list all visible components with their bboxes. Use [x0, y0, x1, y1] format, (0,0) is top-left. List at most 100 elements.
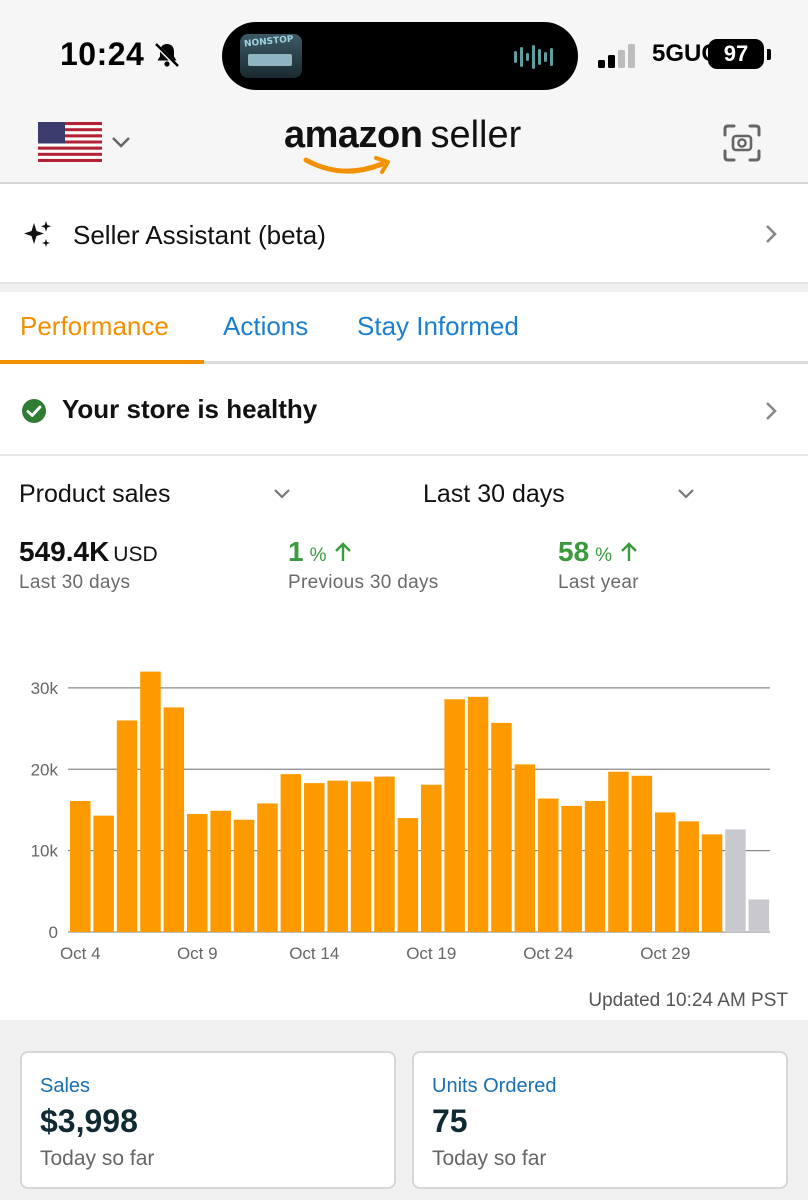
sales-card-sub: Today so far [40, 1147, 155, 1170]
y-tick-label: 10k [31, 842, 59, 861]
chart-bar [304, 783, 325, 932]
chart-bar [491, 722, 512, 932]
chart-bar [140, 671, 161, 932]
units-card-label: Units Ordered [432, 1075, 557, 1097]
y-tick-label: 0 [49, 923, 58, 942]
chart-bar [116, 720, 138, 932]
x-tick-label: Oct 19 [406, 944, 456, 963]
active-tab-indicator [0, 360, 204, 364]
chart-bar [280, 774, 302, 932]
total-sales-period: Last 30 days [19, 572, 131, 593]
chart-bar [163, 707, 185, 932]
battery-level: 97 [708, 39, 764, 69]
status-bar: 10:24 NONSTOP 5GUC 97 [0, 0, 808, 108]
chart-bar [374, 776, 395, 932]
x-tick-label: Oct 9 [177, 944, 218, 963]
tab-stay-informed[interactable]: Stay Informed [357, 311, 519, 342]
section-divider [0, 284, 808, 292]
artwork-text: NONSTOP [243, 34, 294, 50]
chevron-down-icon[interactable] [676, 487, 696, 501]
chart-bar [444, 699, 465, 932]
last-year-value: 58 [558, 536, 590, 567]
total-sales-value: 549.4K [19, 536, 110, 567]
battery-cap [767, 49, 771, 60]
total-sales-unit: USD [113, 543, 158, 566]
tab-bar: Performance Actions Stay Informed [0, 292, 808, 364]
prev-period-label: Previous 30 days [288, 572, 439, 593]
seller-assistant-label: Seller Assistant (beta) [73, 220, 326, 250]
chart-bar [233, 819, 255, 932]
chart-bar [701, 834, 723, 932]
chevron-right-icon [766, 402, 777, 420]
chart-bar [397, 818, 419, 932]
x-tick-label: Oct 29 [640, 944, 690, 963]
chart-bar [70, 801, 91, 932]
tab-actions[interactable]: Actions [223, 311, 308, 342]
chart-bar [608, 771, 629, 932]
status-time: 10:24 [60, 36, 145, 72]
last-year-unit: % [595, 545, 613, 566]
now-playing-artwork: NONSTOP [240, 34, 302, 78]
store-health-label: Your store is healthy [62, 394, 318, 424]
check-circle-icon [22, 399, 46, 423]
x-tick-label: Oct 14 [289, 944, 339, 963]
chart-bar [678, 821, 699, 932]
period-select[interactable]: Last 30 days [423, 480, 565, 509]
chart-bar [327, 780, 348, 932]
arrow-up-icon [620, 542, 637, 561]
tab-performance[interactable]: Performance [20, 311, 169, 342]
chart-bar [93, 815, 114, 932]
metric-select[interactable]: Product sales [19, 480, 170, 509]
chevron-right-icon [766, 225, 777, 243]
seller-assistant-row[interactable]: Seller Assistant (beta) [0, 186, 808, 284]
sparkle-icon [24, 221, 51, 247]
units-card-value: 75 [432, 1103, 468, 1139]
logo-amazon-text: amazon [284, 114, 423, 156]
dynamic-island[interactable]: NONSTOP [222, 22, 578, 90]
chart-bar [210, 810, 231, 932]
chart-bar [257, 803, 278, 932]
x-tick-label: Oct 24 [523, 944, 573, 963]
logo-seller-text: seller [430, 114, 522, 156]
cellular-signal-icon [598, 44, 635, 68]
chart-bar [655, 812, 676, 932]
chart-bar [631, 775, 653, 932]
us-flag-icon[interactable] [38, 122, 102, 162]
sales-card-value: $3,998 [40, 1103, 138, 1139]
chart-bar [350, 781, 372, 932]
chart-bar [514, 764, 536, 932]
y-tick-label: 20k [31, 760, 59, 779]
chevron-down-icon[interactable] [110, 132, 132, 152]
sales-bar-chart: 0 10k 20k 30k Oct 4 Oct 9 Oct 14 Oct 19 Oct 24 Oc… [31, 671, 770, 963]
sales-card[interactable]: Sales $3,998 Today so far [20, 1051, 396, 1189]
units-card-sub: Today so far [432, 1147, 547, 1170]
last-year-change: 58% [558, 536, 638, 568]
chart-bar [467, 696, 489, 932]
chart-bar [187, 814, 208, 932]
x-tick-label: Oct 4 [60, 944, 101, 963]
sales-card-label: Sales [40, 1075, 91, 1097]
updated-timestamp: Updated 10:24 AM PST [588, 990, 788, 1011]
chevron-down-icon[interactable] [272, 487, 292, 501]
camera-scan-icon[interactable] [722, 123, 762, 163]
chart-bar [584, 801, 606, 932]
prev-period-value: 1 [288, 536, 304, 567]
total-sales-stat: 549.4K USD [19, 536, 158, 568]
chart-bar [561, 805, 582, 932]
prev-period-change: 1% [288, 536, 352, 568]
prev-period-unit: % [309, 545, 327, 566]
amazon-seller-logo: amazon seller [284, 114, 522, 174]
app-header: amazon seller [0, 108, 808, 184]
bell-muted-icon [154, 43, 180, 69]
chart-bar [748, 899, 770, 932]
units-ordered-card[interactable]: Units Ordered 75 Today so far [412, 1051, 788, 1189]
chart-bar [725, 829, 746, 932]
chart-bar [421, 784, 442, 932]
store-health-row[interactable]: Your store is healthy [0, 366, 808, 456]
amazon-smile-icon [303, 156, 390, 174]
last-year-label: Last year [558, 572, 639, 593]
audio-waveform-icon [514, 45, 553, 69]
chart-bar [538, 798, 559, 932]
arrow-up-icon [335, 542, 352, 561]
y-tick-label: 30k [31, 679, 59, 698]
